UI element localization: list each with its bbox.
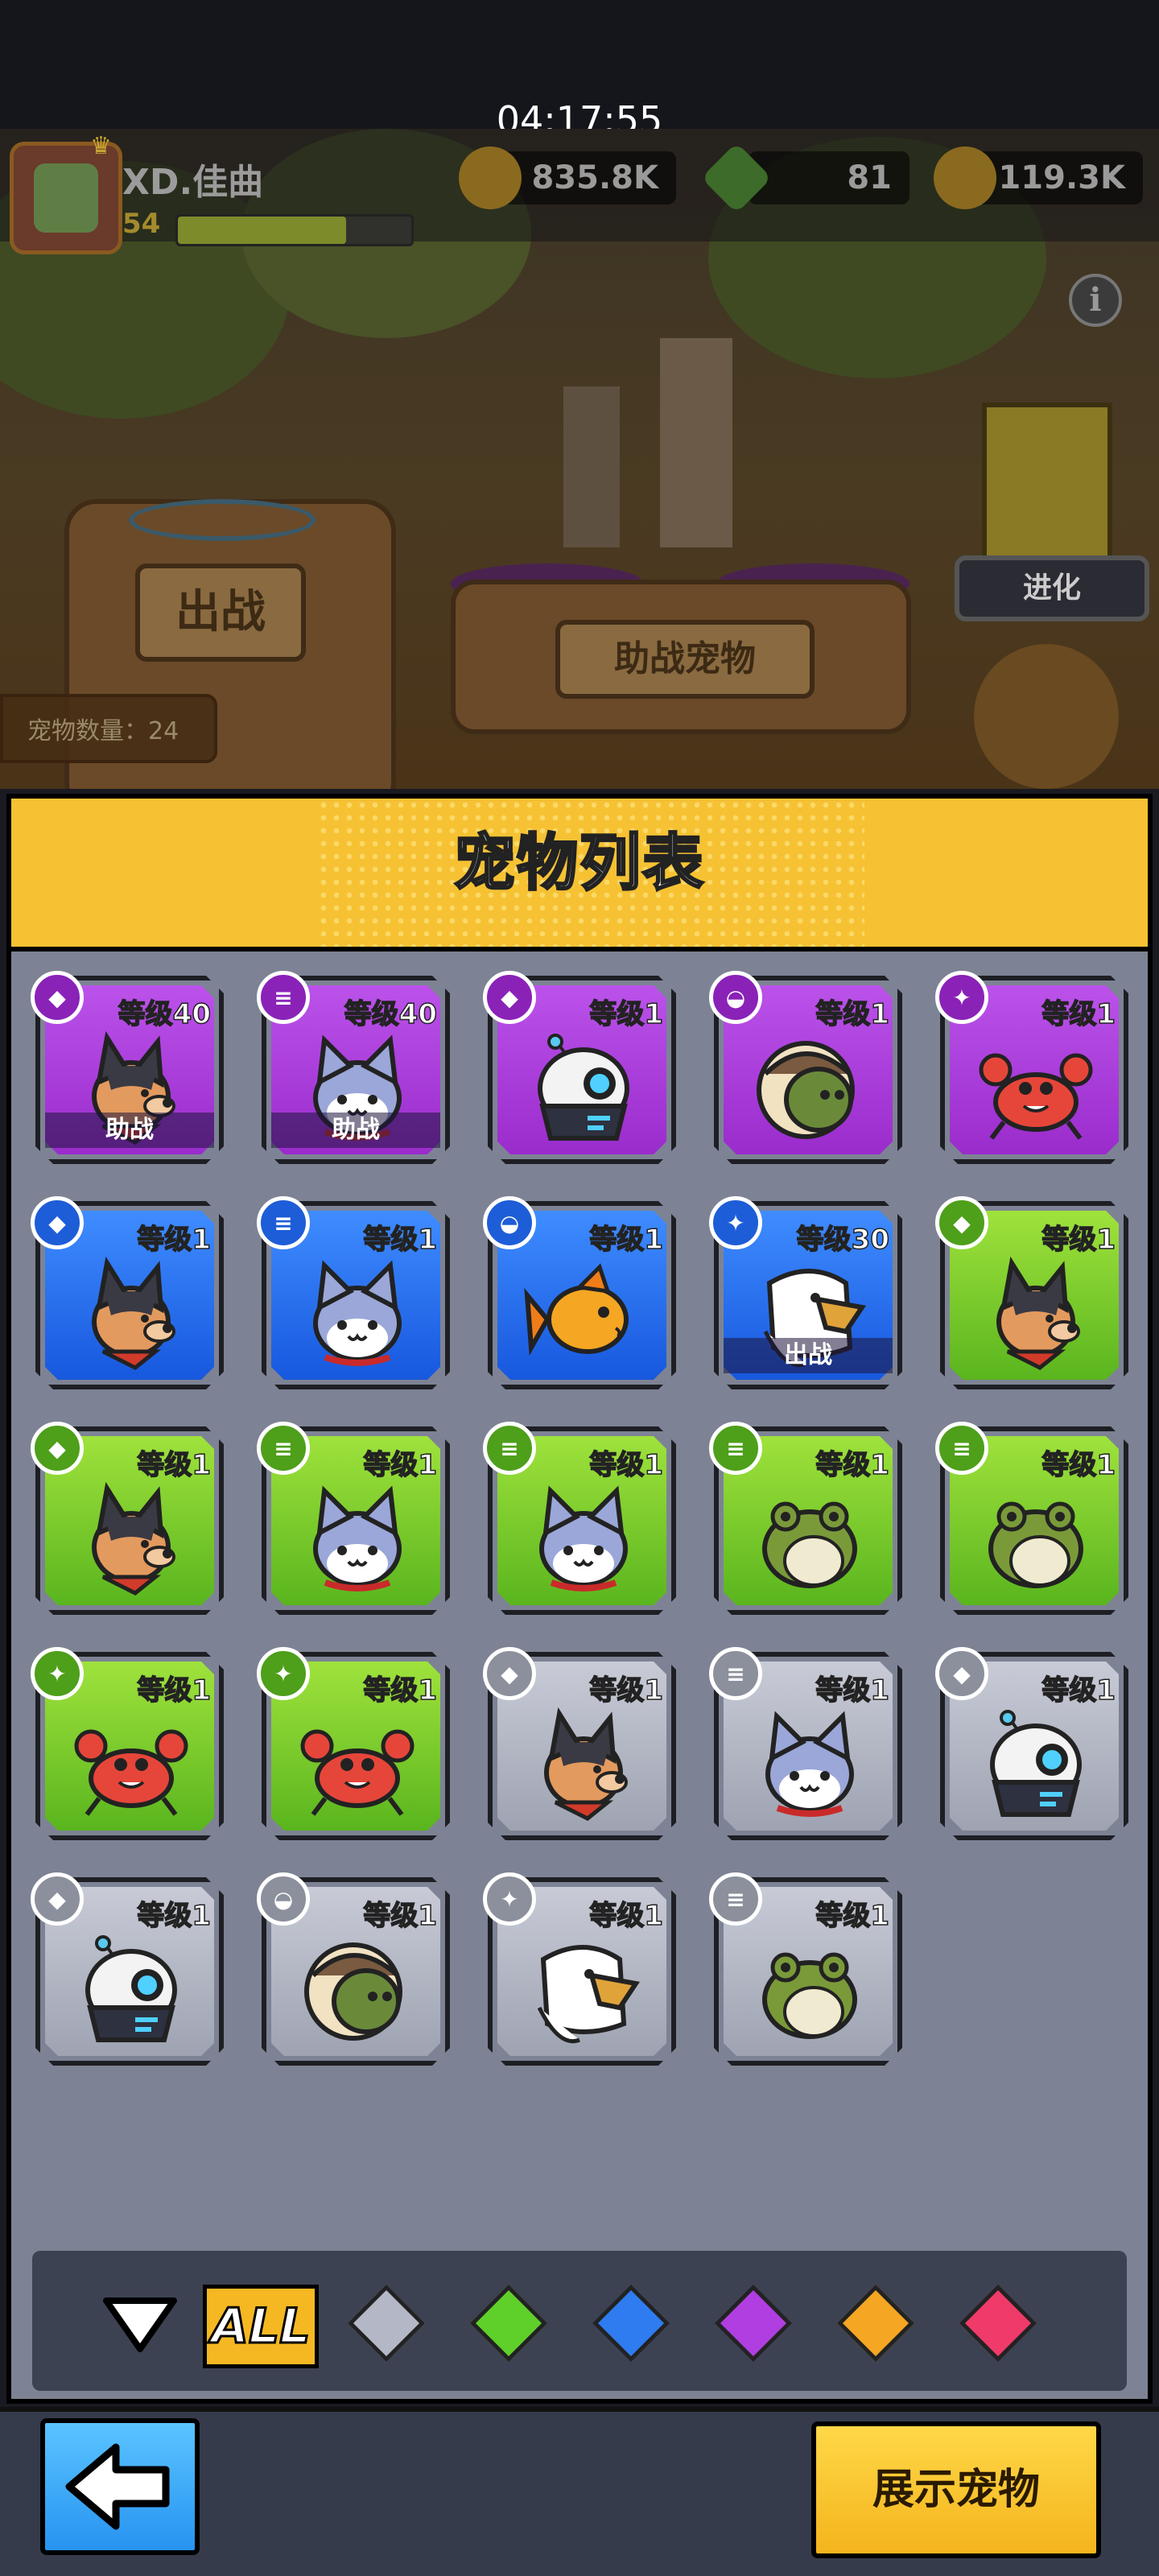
pet-level-label: 等级1: [815, 1899, 890, 1933]
dog-pet-icon: [71, 1476, 192, 1597]
pet-level-label: 等级1: [815, 997, 890, 1031]
xp-bar-fill: [178, 217, 346, 244]
turtle-pet-icon: [749, 1026, 870, 1146]
turtle-icon: ◒: [257, 1872, 310, 1926]
dog-icon: ◆: [483, 971, 536, 1024]
crab-pet-icon: [71, 1702, 192, 1823]
player-name: XD.佳曲: [122, 162, 264, 203]
pet-level-label: 等级1: [363, 1223, 438, 1257]
frog-pet-icon: [749, 1927, 870, 2048]
robot-pet-icon: [975, 1702, 1096, 1823]
pet-level-label: 等级1: [589, 997, 664, 1031]
turtle-icon: ◒: [709, 971, 762, 1024]
pet-level-label: 等级1: [363, 1448, 438, 1482]
robot-pet-icon: [523, 1026, 644, 1146]
pet-level-label: 等级1: [137, 1223, 212, 1257]
claw-icon: ✦: [257, 1647, 310, 1700]
pet-level-label: 等级1: [363, 1674, 438, 1707]
crown-icon: ♛: [90, 132, 112, 160]
back-button[interactable]: [40, 2418, 200, 2555]
turtle-icon: ◒: [483, 1196, 536, 1249]
pet-level-label: 等级1: [589, 1448, 664, 1482]
filter-all-button[interactable]: ALL: [203, 2285, 319, 2368]
fish-pet-icon: [523, 1251, 644, 1372]
pet-level-label: 等级1: [363, 1899, 438, 1933]
pet-level-label: 等级1: [1041, 1223, 1116, 1257]
pet-status-tag: 助战: [45, 1113, 214, 1148]
pet-level-label: 等级1: [589, 1674, 664, 1707]
pet-level-label: 等级40: [118, 997, 212, 1031]
info-icon[interactable]: i: [1069, 274, 1122, 327]
xp-bar: [175, 214, 414, 246]
pet-level-label: 等级1: [137, 1448, 212, 1482]
dog-icon: ◆: [31, 1422, 84, 1475]
pet-level-label: 等级1: [589, 1223, 664, 1257]
coin-amount: 835.8K: [531, 159, 658, 196]
pet-level-label: 等级1: [137, 1674, 212, 1707]
coin-stack-icon: ≡: [257, 1196, 310, 1249]
dog-pet-icon: [523, 1702, 644, 1823]
coin-stack-icon: ≡: [257, 1422, 310, 1475]
eagle-pet-icon: [523, 1927, 644, 2048]
pet-level-label: 等级1: [815, 1674, 890, 1707]
coin-stack-icon: ≡: [709, 1872, 762, 1926]
pet-level-label: 等级1: [137, 1899, 212, 1933]
frog-pet-icon: [749, 1476, 870, 1597]
crab-pet-icon: [297, 1702, 418, 1823]
dog-icon: ◆: [31, 1196, 84, 1249]
back-arrow-icon: [65, 2443, 170, 2530]
gold-plus-icon[interactable]: [934, 147, 996, 209]
claw-icon: ✦: [483, 1872, 536, 1926]
gem-amount: 81: [847, 159, 892, 196]
dog-icon: ◆: [483, 1647, 536, 1700]
dog-icon: ◆: [935, 1647, 988, 1700]
battle-sign[interactable]: 出战: [135, 564, 306, 662]
dog-pet-icon: [975, 1251, 1096, 1372]
coin-stack-icon: ≡: [483, 1422, 536, 1475]
coin-stack-icon: ≡: [257, 971, 310, 1024]
coin-stack-icon: ≡: [709, 1422, 762, 1475]
pet-level-label: 等级40: [344, 997, 438, 1031]
robot-pet-icon: [71, 1927, 192, 2048]
pet-status-tag: 助战: [271, 1113, 440, 1148]
player-level: 54: [122, 208, 161, 240]
pet-level-label: 等级30: [796, 1223, 890, 1257]
pet-level-label: 等级1: [589, 1899, 664, 1933]
dog-icon: ◆: [31, 1872, 84, 1926]
pet-list-title: 宠物列表: [453, 826, 705, 900]
dog-icon: ◆: [31, 971, 84, 1024]
coin-stack-icon: ≡: [935, 1422, 988, 1475]
gem-counter[interactable]: 81: [749, 151, 909, 204]
gold-amount: 119.3K: [998, 159, 1125, 196]
assist-pet-sign[interactable]: 助战宠物: [555, 620, 815, 699]
pet-level-label: 等级1: [815, 1448, 890, 1482]
pet-level-label: 等级1: [1041, 1674, 1116, 1707]
pet-level-label: 等级1: [1041, 1448, 1116, 1482]
cat-pet-icon: [749, 1702, 870, 1823]
dog-pet-icon: [71, 1251, 192, 1372]
filter-dropdown-icon[interactable]: [100, 2293, 180, 2357]
turtle-pet-icon: [297, 1927, 418, 2048]
cat-pet-icon: [297, 1476, 418, 1597]
pet-count-label: 宠物数量：24: [0, 694, 217, 763]
crab-pet-icon: [975, 1026, 1096, 1146]
cat-pet-icon: [297, 1251, 418, 1372]
claw-icon: ✦: [709, 1196, 762, 1249]
pet-status-tag: 出战: [724, 1338, 893, 1373]
dog-icon: ◆: [935, 1196, 988, 1249]
show-pets-button[interactable]: 展示宠物: [811, 2421, 1101, 2558]
frog-pet-icon: [975, 1476, 1096, 1597]
coin-stack-icon: ≡: [709, 1647, 762, 1700]
cat-pet-icon: [523, 1476, 644, 1597]
coin-icon: [459, 147, 522, 209]
pet-level-label: 等级1: [1041, 997, 1116, 1031]
claw-icon: ✦: [31, 1647, 84, 1700]
evolve-button[interactable]: 进化: [955, 555, 1149, 621]
claw-icon: ✦: [935, 971, 988, 1024]
